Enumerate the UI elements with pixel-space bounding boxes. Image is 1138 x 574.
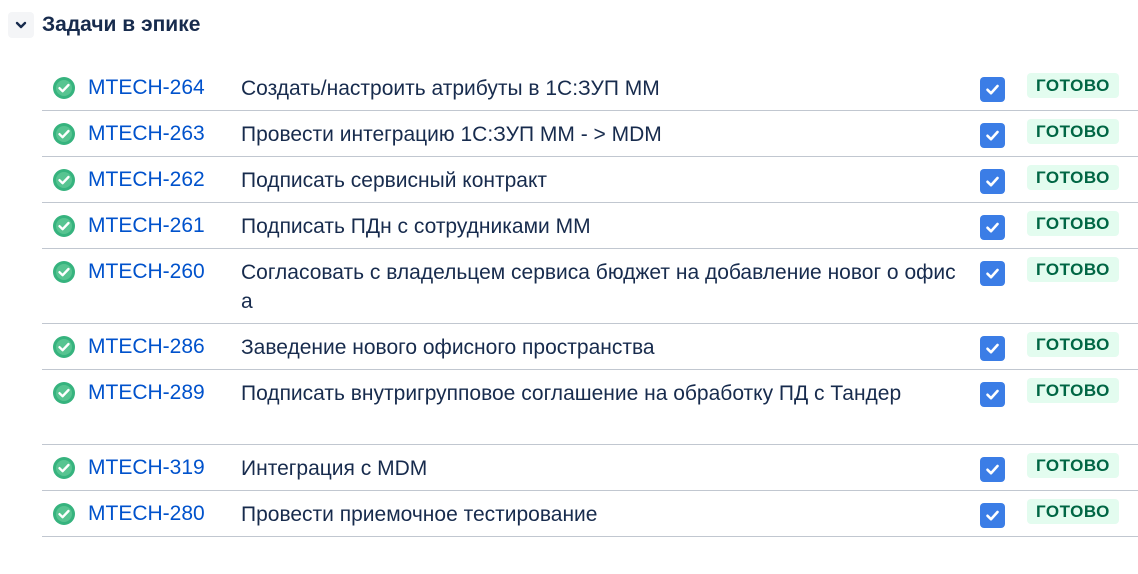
done-checkbox[interactable] <box>980 77 1005 102</box>
done-checkbox[interactable] <box>980 382 1005 407</box>
status-badge: ГОТОВО <box>1027 257 1119 282</box>
chevron-down-icon <box>15 21 27 29</box>
checkmark-icon <box>986 84 999 95</box>
issue-key-link[interactable]: MTECH-261 <box>88 213 205 239</box>
issue-key-link[interactable]: MTECH-319 <box>88 455 205 481</box>
done-checkbox[interactable] <box>980 503 1005 528</box>
check-circle-icon <box>53 503 75 525</box>
check-circle-icon <box>53 215 75 237</box>
section-title: Задачи в эпике <box>42 13 201 36</box>
issue-summary: Интеграция с MDM <box>241 457 428 480</box>
issue-key-link[interactable]: MTECH-280 <box>88 501 205 527</box>
issue-summary: Провести интеграцию 1С:ЗУП ММ - > MDM <box>241 123 662 146</box>
issue-summary: Провести приемочное тестирование <box>241 503 598 526</box>
checkmark-icon <box>986 176 999 187</box>
done-checkbox[interactable] <box>980 457 1005 482</box>
checkmark-icon <box>986 222 999 233</box>
issue-key-link[interactable]: MTECH-286 <box>88 334 205 360</box>
section-header: Задачи в эпике <box>8 11 200 39</box>
issue-summary: Подписать ПДн с сотрудниками ММ <box>241 215 591 238</box>
checkmark-icon <box>986 268 999 279</box>
issue-key-link[interactable]: MTECH-262 <box>88 167 205 193</box>
table-row: MTECH-280 Провести приемочное тестирован… <box>42 491 1138 537</box>
issue-key-link[interactable]: MTECH-260 <box>88 259 205 285</box>
checkmark-icon <box>986 464 999 475</box>
status-badge: ГОТОВО <box>1027 453 1119 478</box>
status-badge: ГОТОВО <box>1027 499 1119 524</box>
table-row: MTECH-286 Заведение нового офисного прос… <box>42 324 1138 370</box>
checkmark-icon <box>986 343 999 354</box>
status-badge: ГОТОВО <box>1027 378 1119 403</box>
status-badge: ГОТОВО <box>1027 119 1119 144</box>
issue-summary: Заведение нового офисного пространства <box>241 336 655 359</box>
epic-issues-table: MTECH-264 Создать/настроить атрибуты в 1… <box>42 65 1138 537</box>
done-checkbox[interactable] <box>980 215 1005 240</box>
table-row: MTECH-289 Подписать внутригрупповое согл… <box>42 370 1138 445</box>
check-circle-icon <box>53 123 75 145</box>
check-circle-icon <box>53 382 75 404</box>
check-circle-icon <box>53 77 75 99</box>
issue-summary: Подписать внутригрупповое соглашение на … <box>241 382 902 405</box>
collapse-toggle-button[interactable] <box>8 12 34 38</box>
done-checkbox[interactable] <box>980 123 1005 148</box>
table-row: MTECH-264 Создать/настроить атрибуты в 1… <box>42 65 1138 111</box>
issue-summary: Согласовать с владельцем сервиса бюджет … <box>241 261 956 313</box>
issue-summary: Подписать сервисный контракт <box>241 169 547 192</box>
status-badge: ГОТОВО <box>1027 211 1119 236</box>
status-badge: ГОТОВО <box>1027 73 1119 98</box>
issue-key-link[interactable]: MTECH-289 <box>88 380 205 406</box>
status-badge: ГОТОВО <box>1027 165 1119 190</box>
checkmark-icon <box>986 130 999 141</box>
checkmark-icon <box>986 389 999 400</box>
done-checkbox[interactable] <box>980 169 1005 194</box>
table-row: MTECH-319 Интеграция с MDM ГОТОВО <box>42 445 1138 491</box>
check-circle-icon <box>53 169 75 191</box>
table-row: MTECH-261 Подписать ПДн с сотрудниками М… <box>42 203 1138 249</box>
status-badge: ГОТОВО <box>1027 332 1119 357</box>
table-row: MTECH-260 Согласовать с владельцем серви… <box>42 249 1138 324</box>
check-circle-icon <box>53 457 75 479</box>
table-row: MTECH-263 Провести интеграцию 1С:ЗУП ММ … <box>42 111 1138 157</box>
done-checkbox[interactable] <box>980 336 1005 361</box>
check-circle-icon <box>53 261 75 283</box>
done-checkbox[interactable] <box>980 261 1005 286</box>
issue-key-link[interactable]: MTECH-264 <box>88 75 205 101</box>
issue-summary: Создать/настроить атрибуты в 1С:ЗУП ММ <box>241 77 660 100</box>
table-row: MTECH-262 Подписать сервисный контракт Г… <box>42 157 1138 203</box>
check-circle-icon <box>53 336 75 358</box>
issue-key-link[interactable]: MTECH-263 <box>88 121 205 147</box>
checkmark-icon <box>986 510 999 521</box>
